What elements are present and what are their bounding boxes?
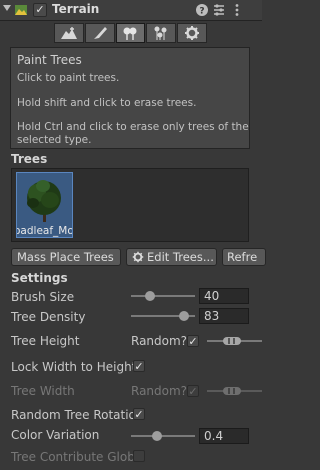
random-rotation-checkbox[interactable]: ✓ [133,408,145,420]
gear-icon [132,251,144,263]
refresh-button[interactable]: Refre [222,248,266,266]
settings-section-label: Settings [11,271,68,285]
random-rotation-label: Random Tree Rotatio [11,408,136,422]
tree-width-random-label: Random? [131,384,188,398]
raise-terrain-tool[interactable] [54,23,84,43]
lock-width-checkbox[interactable]: ✓ [133,360,145,372]
trees-section-label: Trees [11,152,48,166]
brush-size-slider-thumb[interactable] [145,291,156,301]
brush-size-slider[interactable] [131,295,195,297]
raise-terrain-icon [60,27,77,39]
tree-width-label: Tree Width [11,384,75,398]
component-title: Terrain [52,2,100,16]
context-menu-icon[interactable] [230,3,244,17]
tree-density-label: Tree Density [11,310,86,324]
brush-size-label: Brush Size [11,290,75,304]
contribute-gi-label: Tree Contribute Glob [11,450,135,464]
tree-preview-image [27,180,61,222]
color-variation-slider-thumb[interactable] [151,431,162,441]
tree-density-field[interactable]: 83 [199,308,249,324]
terrain-icon [15,5,27,15]
gear-icon [185,26,200,40]
lock-width-label: Lock Width to Height [11,360,137,374]
foldout-arrow-icon[interactable] [3,5,11,11]
help-title: Paint Trees [17,53,82,67]
help-box: Paint Trees Click to paint trees. Hold s… [10,47,250,149]
paint-texture-tool[interactable] [84,23,115,43]
brush-size-field[interactable]: 40 [199,288,249,304]
terrain-settings-tool[interactable] [177,23,207,43]
help-line: Hold Ctrl and click to erase only trees … [17,121,249,133]
tree-height-label: Tree Height [11,334,80,348]
tree-prototype-item[interactable]: oadleaf_Mot [16,172,73,238]
tree-height-random-label: Random? [131,334,188,348]
help-line: selected type. [17,134,92,146]
color-variation-label: Color Variation [11,428,100,442]
edit-trees-button[interactable]: Edit Trees... [126,248,217,266]
paintbrush-icon [93,27,107,39]
tree-width-random-checkbox: ✓ [187,385,199,398]
flowers-icon [154,26,167,40]
tree-width-minmax-slider [207,387,262,395]
color-variation-field[interactable]: 0.4 [199,428,249,444]
color-variation-slider[interactable] [131,435,195,437]
tree-height-minmax-slider[interactable] [207,336,262,346]
paint-trees-tool[interactable] [115,23,146,43]
mass-place-trees-button[interactable]: Mass Place Trees [11,248,121,266]
tree-prototype-list: oadleaf_Mot [11,168,249,242]
tree-icon [123,27,137,40]
component-enabled-checkbox[interactable]: ✓ [33,3,47,17]
terrain-toolbar [54,23,208,43]
help-line: Hold shift and click to erase trees. [17,97,197,109]
contribute-gi-checkbox [133,450,145,462]
tree-prototype-name: oadleaf_Mot [16,225,72,237]
svg-text:?: ? [199,7,204,17]
tree-height-random-checkbox[interactable]: ✓ [187,335,199,347]
presets-icon[interactable] [212,3,226,17]
edit-trees-label: Edit Trees... [147,250,214,264]
help-icon[interactable]: ? [195,3,209,17]
help-line: Click to paint trees. [17,72,120,84]
tree-density-slider-thumb[interactable] [179,311,190,321]
paint-details-tool[interactable] [146,23,177,43]
